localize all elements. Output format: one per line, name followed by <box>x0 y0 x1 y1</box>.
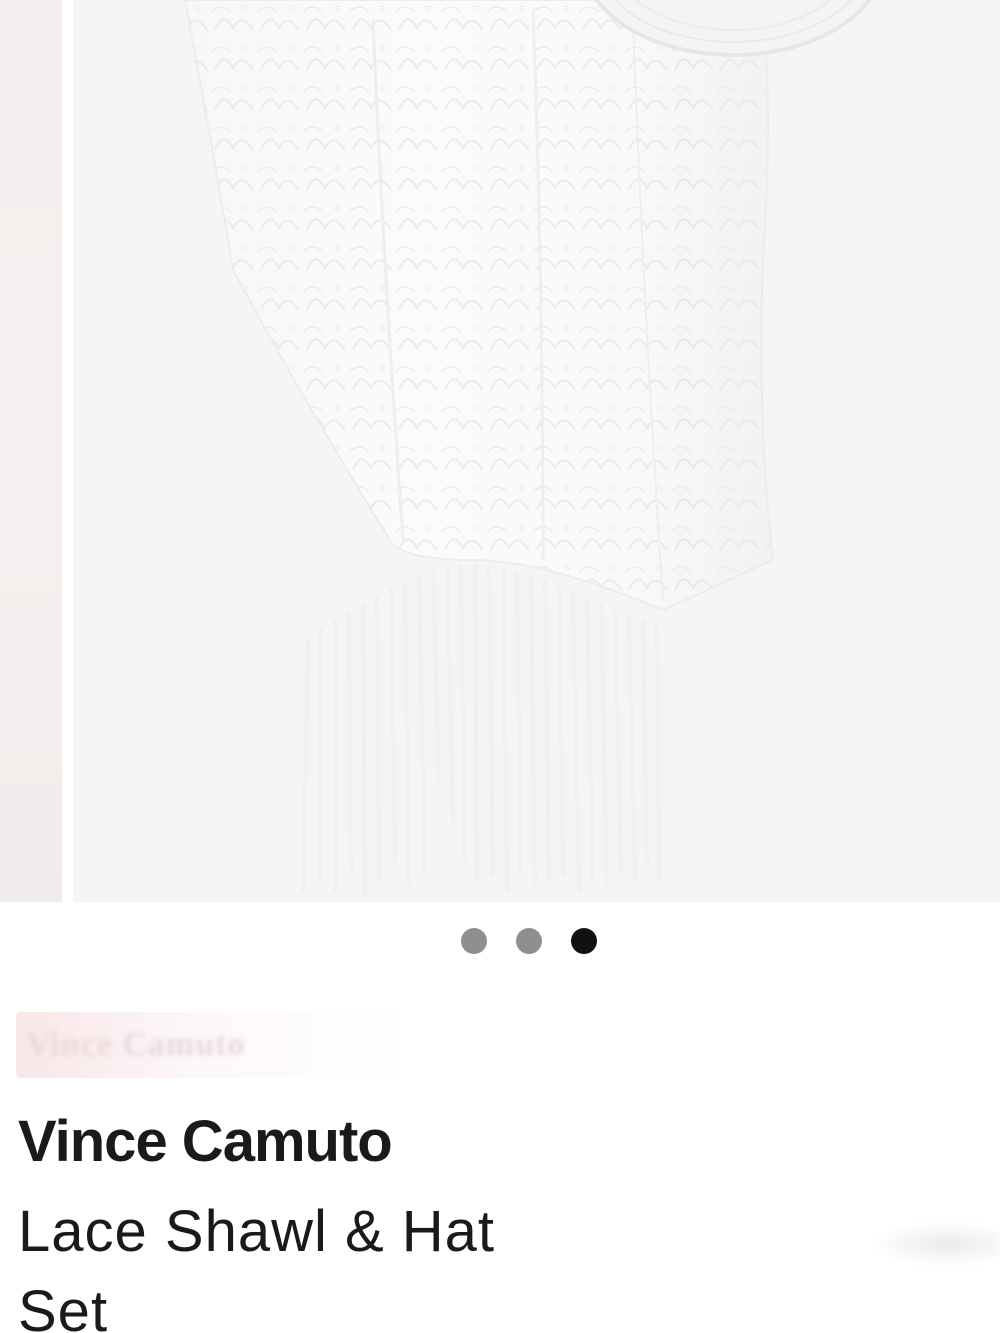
brand-logo[interactable]: Vince Camuto <box>16 1012 408 1078</box>
previous-slide-peek[interactable] <box>0 0 62 902</box>
image-carousel[interactable] <box>0 0 1000 902</box>
product-title: Lace Shawl & Hat Set <box>18 1199 496 1333</box>
shawl-illustration <box>183 0 872 897</box>
brand-logo-text: Vince Camuto <box>26 1026 246 1063</box>
carousel-dot-3-active[interactable] <box>571 928 597 954</box>
carousel-pagination <box>461 928 597 954</box>
product-image[interactable] <box>73 0 1000 902</box>
product-page: Vince Camuto Vince Camuto Lace Shawl & H… <box>0 0 1000 1333</box>
faded-price-area <box>870 1222 1000 1266</box>
carousel-dot-2[interactable] <box>516 928 542 954</box>
brand-name[interactable]: Vince Camuto <box>18 1108 393 1176</box>
carousel-dot-1[interactable] <box>461 928 487 954</box>
